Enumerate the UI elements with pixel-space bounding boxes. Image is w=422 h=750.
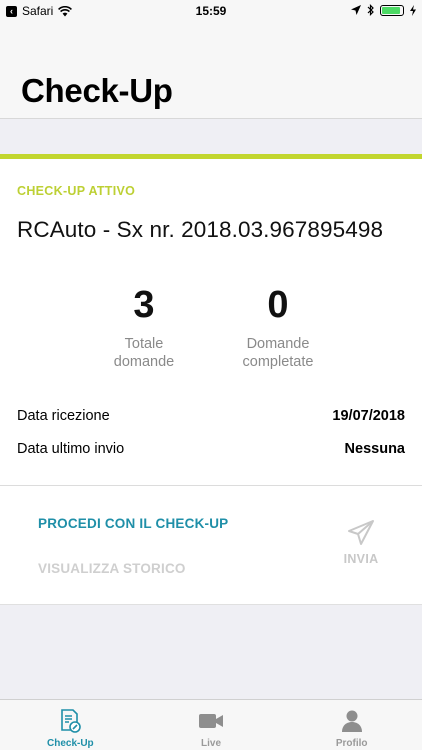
total-questions-label: Totale domande [84,335,204,371]
last-sent-row: Data ultimo invio Nessuna [17,441,405,457]
location-arrow-icon [351,5,361,15]
view-history-button[interactable]: VISUALIZZA STORICO [38,561,186,576]
proceed-checkup-button[interactable]: PROCEDI CON IL CHECK-UP [38,516,228,531]
page-title: Check-Up [21,72,173,109]
completed-questions-value: 0 [267,284,289,326]
completed-label-line1: Domande [246,336,310,352]
video-camera-icon [199,714,223,728]
total-label-line2: domande [113,354,175,370]
battery-fill [382,6,400,14]
last-sent-label: Data ultimo invio [17,441,125,457]
received-date-value: 19/07/2018 [332,408,405,424]
charging-bolt-icon [410,4,416,16]
total-questions-value: 3 [133,284,155,326]
paper-plane-icon [348,520,374,545]
completed-questions-label: Domande completate [218,335,338,371]
received-date-label: Data ricezione [17,408,110,424]
checkup-card: CHECK-UP ATTIVO RCAuto - Sx nr. 2018.03.… [0,154,422,605]
tab-bar: Check-Up Live Profilo [0,699,422,750]
tab-profile-label: Profilo [335,738,368,749]
checklist-icon [61,709,82,733]
claim-title: RCAuto - Sx nr. 2018.03.967895498 [17,217,384,242]
total-label-line1: Totale [124,336,164,352]
status-bar: ‹ Safari 15:59 [0,0,422,22]
send-label: INVIA [343,552,379,566]
tab-checkup-label: Check-Up [46,738,94,749]
send-button[interactable]: INVIA [336,519,386,566]
battery-indicator [380,4,404,16]
completed-questions-stat: 0 Domande completate [218,283,338,371]
received-date-row: Data ricezione 19/07/2018 [17,408,405,424]
total-questions-stat: 3 Totale domande [84,283,204,371]
divider [0,485,422,486]
completed-label-line2: completate [242,354,314,370]
bluetooth-icon [367,4,374,16]
tab-live[interactable]: Live [141,700,282,750]
tab-checkup[interactable]: Check-Up [0,700,141,750]
tab-profile[interactable]: Profilo [281,700,422,750]
last-sent-value: Nessuna [344,441,405,457]
active-checkup-label: CHECK-UP ATTIVO [17,184,136,198]
person-icon [341,710,362,732]
tab-live-label: Live [201,738,222,749]
page-header: Check-Up [0,22,422,119]
